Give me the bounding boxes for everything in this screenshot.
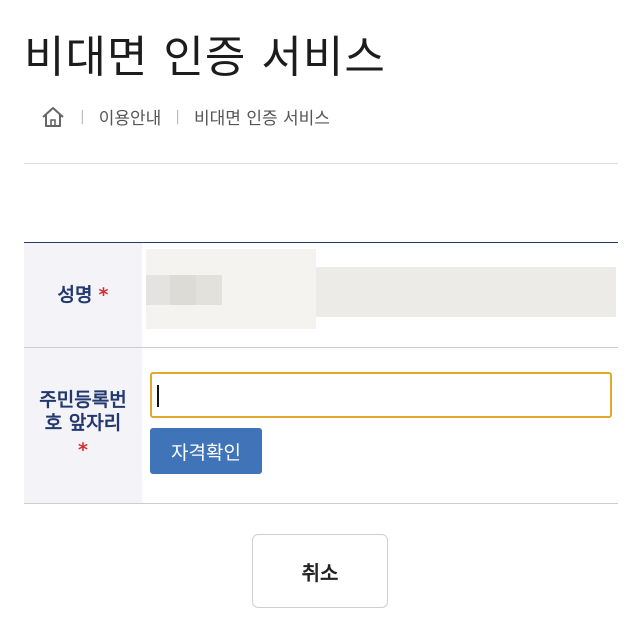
id-label-line2: 호 앞자리 — [44, 412, 122, 435]
name-field-cell — [142, 243, 618, 347]
cancel-button[interactable]: 취소 — [252, 534, 388, 608]
id-row: 주민등록번 호 앞자리 * 자격확인 — [24, 348, 618, 504]
home-icon[interactable] — [40, 105, 66, 129]
id-field-cell: 자격확인 — [142, 348, 618, 503]
breadcrumb-item-guide[interactable]: 이용안내 — [99, 104, 162, 129]
check-eligibility-button[interactable]: 자격확인 — [150, 428, 262, 474]
id-label-line1: 주민등록번 — [39, 389, 127, 412]
required-mark: * — [78, 438, 88, 461]
breadcrumb-item-current: 비대면 인증 서비스 — [194, 109, 330, 129]
name-label: 성명 * — [24, 243, 142, 347]
name-label-text: 성명 — [57, 283, 93, 306]
text-caret — [157, 385, 159, 407]
required-mark: * — [98, 283, 109, 306]
name-value-redacted — [146, 249, 616, 329]
breadcrumb-separator: | — [175, 108, 180, 125]
auth-form: 성명 * 주민등록번 호 앞자리 * 자격확인 — [24, 242, 618, 504]
id-label: 주민등록번 호 앞자리 * — [24, 348, 142, 503]
divider — [24, 163, 618, 164]
name-row: 성명 * — [24, 243, 618, 348]
breadcrumb-separator: | — [80, 108, 85, 125]
resident-number-input[interactable] — [150, 372, 612, 418]
page-title: 비대면 인증 서비스 — [24, 32, 386, 83]
breadcrumb: | 이용안내 | 비대면 인증 서비스 — [40, 104, 330, 129]
